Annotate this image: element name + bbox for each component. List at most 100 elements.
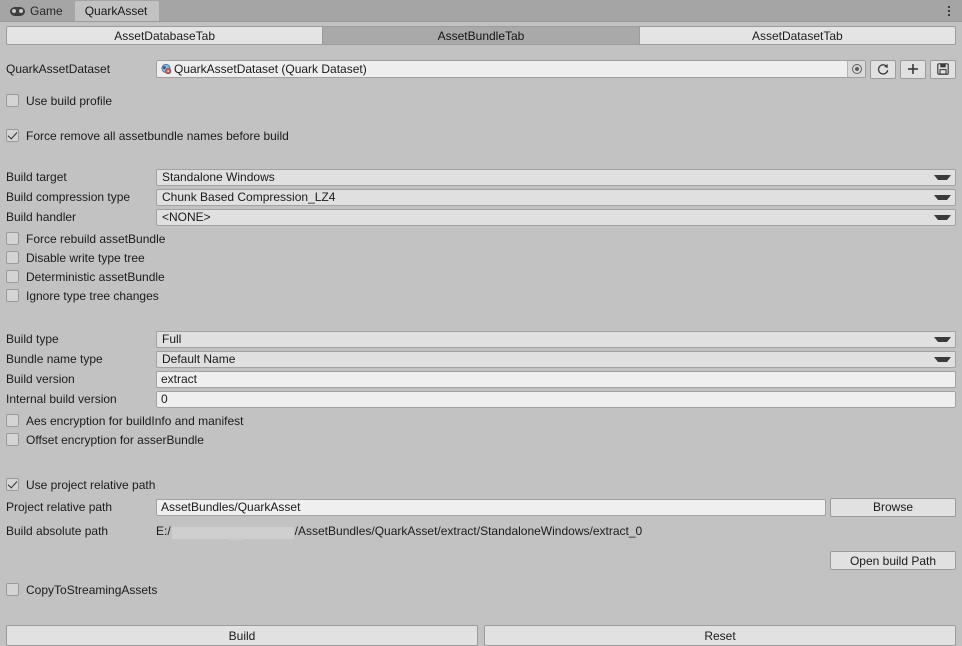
row-build-absolute-path: Build absolute path E:/ /AssetBundles/Qu… <box>0 521 962 541</box>
checkbox-use-project-relative-path[interactable]: Use project relative path <box>0 475 962 494</box>
build-type-label: Build type <box>6 332 59 346</box>
build-target-value: Standalone Windows <box>162 170 275 184</box>
row-project-relative-path: Project relative path AssetBundles/Quark… <box>0 497 962 517</box>
checkbox-copy-to-streaming-assets-label: CopyToStreamingAssets <box>26 582 158 597</box>
plus-icon[interactable] <box>900 59 926 79</box>
checkbox-aes-encryption-label: Aes encryption for buildInfo and manifes… <box>26 413 244 428</box>
checkbox-use-project-relative-path-label: Use project relative path <box>26 477 156 492</box>
build-button-label: Build <box>228 628 256 643</box>
dock-tabbar: Game QuarkAsset <box>0 0 962 22</box>
redacted-path-segment <box>171 527 294 540</box>
open-build-path-row: Open build Path <box>0 551 962 570</box>
checkbox-disable-write-type-tree[interactable]: Disable write type tree <box>0 248 962 267</box>
checkbox-ignore-type-tree-changes-box[interactable] <box>6 289 19 302</box>
kebab-menu-icon[interactable] <box>942 3 956 18</box>
build-absolute-path-suffix: /AssetBundles/QuarkAsset/extract/Standal… <box>294 524 643 538</box>
checkbox-deterministic-assetbundle-box[interactable] <box>6 270 19 283</box>
project-relative-path-input[interactable]: AssetBundles/QuarkAsset <box>156 498 826 516</box>
refresh-icon[interactable] <box>870 59 896 79</box>
action-bar: Build Reset <box>0 625 962 646</box>
build-handler-value: <NONE> <box>162 210 211 224</box>
chevron-down-icon <box>934 356 951 362</box>
row-build-type: Build type Full <box>0 329 962 349</box>
build-type-dropdown[interactable]: Full <box>156 330 956 348</box>
tab-asset-bundle[interactable]: AssetBundleTab <box>323 26 640 45</box>
dock-tab-game-label: Game <box>30 4 63 18</box>
checkbox-disable-write-type-tree-box[interactable] <box>6 251 19 264</box>
checkbox-copy-to-streaming-assets[interactable]: CopyToStreamingAssets <box>0 580 962 599</box>
internal-build-version-input[interactable]: 0 <box>156 390 956 408</box>
checkbox-use-build-profile-label: Use build profile <box>26 93 113 108</box>
tab-asset-bundle-label: AssetBundleTab <box>437 28 525 43</box>
build-handler-label: Build handler <box>6 210 77 224</box>
tab-asset-database-label: AssetDatabaseTab <box>114 28 216 43</box>
build-absolute-path-prefix: E:/ <box>156 524 171 538</box>
tab-asset-database[interactable]: AssetDatabaseTab <box>6 26 324 45</box>
checkbox-ignore-type-tree-changes-label: Ignore type tree changes <box>26 288 159 303</box>
build-compression-value: Chunk Based Compression_LZ4 <box>162 190 336 204</box>
reset-button[interactable]: Reset <box>484 625 956 646</box>
open-build-path-button[interactable]: Open build Path <box>830 551 956 570</box>
bundle-name-type-label: Bundle name type <box>6 352 103 366</box>
checkbox-aes-encryption[interactable]: Aes encryption for buildInfo and manifes… <box>0 411 962 430</box>
open-build-path-button-label: Open build Path <box>849 553 937 568</box>
tab-asset-dataset-label: AssetDatasetTab <box>751 28 843 43</box>
checkbox-offset-encryption-box[interactable] <box>6 433 19 446</box>
checkbox-force-remove-names-label: Force remove all assetbundle names befor… <box>26 128 289 143</box>
project-relative-path-label: Project relative path <box>6 500 113 514</box>
dock-tab-quarkasset[interactable]: QuarkAsset <box>74 1 160 21</box>
scriptable-object-icon <box>160 63 173 76</box>
tab-strip: AssetDatabaseTab AssetBundleTab AssetDat… <box>6 26 956 45</box>
row-build-target: Build target Standalone Windows <box>0 167 962 187</box>
checkbox-force-rebuild-label: Force rebuild assetBundle <box>26 231 166 246</box>
dock-tab-game[interactable]: Game <box>0 1 75 21</box>
build-handler-dropdown[interactable]: <NONE> <box>156 208 956 226</box>
checkbox-disable-write-type-tree-label: Disable write type tree <box>26 250 145 265</box>
row-build-handler: Build handler <NONE> <box>0 207 962 227</box>
object-picker-icon[interactable] <box>847 61 865 77</box>
checkbox-use-build-profile-box[interactable] <box>6 94 19 107</box>
chevron-down-icon <box>934 336 951 342</box>
build-target-dropdown[interactable]: Standalone Windows <box>156 168 956 186</box>
checkbox-ignore-type-tree-changes[interactable]: Ignore type tree changes <box>0 286 962 305</box>
gamepad-icon <box>10 6 25 16</box>
build-target-label: Build target <box>6 170 67 184</box>
quark-asset-editor-window: Game QuarkAsset AssetDatabaseTab AssetBu… <box>0 0 962 646</box>
build-compression-dropdown[interactable]: Chunk Based Compression_LZ4 <box>156 188 956 206</box>
build-type-value: Full <box>162 332 182 346</box>
checkbox-aes-encryption-box[interactable] <box>6 414 19 427</box>
checkbox-force-remove-names-box[interactable] <box>6 129 19 142</box>
checkbox-force-remove-names[interactable]: Force remove all assetbundle names befor… <box>0 126 962 145</box>
dataset-label: QuarkAssetDataset <box>6 62 111 76</box>
browse-button-label: Browse <box>872 500 913 514</box>
dataset-row: QuarkAssetDataset QuarkAssetDataset (Qua… <box>0 59 962 79</box>
bundle-name-type-value: Default Name <box>162 352 236 366</box>
dock-tab-quarkasset-label: QuarkAsset <box>84 4 148 18</box>
checkbox-use-build-profile[interactable]: Use build profile <box>0 91 962 110</box>
bundle-name-type-dropdown[interactable]: Default Name <box>156 350 956 368</box>
checkbox-force-rebuild[interactable]: Force rebuild assetBundle <box>0 229 962 248</box>
row-bundle-name-type: Bundle name type Default Name <box>0 349 962 369</box>
checkbox-deterministic-assetbundle-label: Deterministic assetBundle <box>26 269 165 284</box>
row-build-compression: Build compression type Chunk Based Compr… <box>0 187 962 207</box>
tab-asset-dataset[interactable]: AssetDatasetTab <box>639 26 956 45</box>
window-content: AssetDatabaseTab AssetBundleTab AssetDat… <box>0 26 962 646</box>
build-compression-label: Build compression type <box>6 190 131 204</box>
checkbox-offset-encryption[interactable]: Offset encryption for asserBundle <box>0 430 962 449</box>
save-icon[interactable] <box>930 59 956 79</box>
checkbox-copy-to-streaming-assets-box[interactable] <box>6 583 19 596</box>
checkbox-use-project-relative-path-box[interactable] <box>6 478 19 491</box>
checkbox-deterministic-assetbundle[interactable]: Deterministic assetBundle <box>0 267 962 286</box>
build-version-input[interactable]: extract <box>156 370 956 388</box>
build-version-label: Build version <box>6 372 75 386</box>
build-absolute-path-label: Build absolute path <box>6 524 109 538</box>
checkbox-force-rebuild-box[interactable] <box>6 232 19 245</box>
build-button[interactable]: Build <box>6 625 478 646</box>
chevron-down-icon <box>934 214 951 220</box>
checkbox-offset-encryption-label: Offset encryption for asserBundle <box>26 432 204 447</box>
internal-build-version-label: Internal build version <box>6 392 117 406</box>
row-build-version: Build version extract <box>0 369 962 389</box>
browse-button[interactable]: Browse <box>830 497 956 517</box>
build-absolute-path-value: E:/ /AssetBundles/QuarkAsset/extract/Sta… <box>156 522 956 540</box>
dataset-object-field[interactable]: QuarkAssetDataset (Quark Dataset) <box>156 60 866 78</box>
